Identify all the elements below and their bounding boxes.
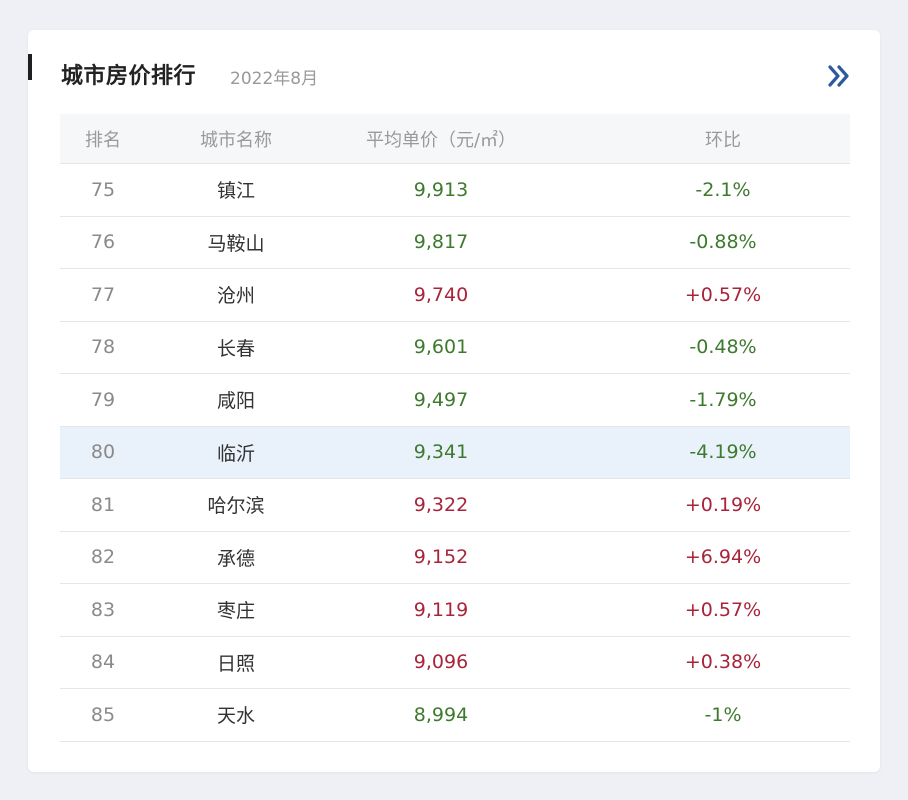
table-row[interactable]: 75 镇江 9,913 -2.1% [60, 164, 850, 217]
table-row[interactable]: 79 咸阳 9,497 -1.79% [60, 374, 850, 427]
rank-cell: 75 [90, 178, 116, 201]
table-row[interactable]: 83 枣庄 9,119 +0.57% [60, 584, 850, 637]
change-cell: -1.79% [689, 388, 757, 411]
change-cell: -0.88% [689, 231, 757, 254]
city-cell: 咸阳 [216, 390, 255, 413]
change-cell: +6.94% [684, 546, 762, 569]
card-subtitle-date: 2022年8月 [230, 69, 319, 89]
price-cell: 9,152 [413, 546, 469, 569]
price-cell: 9,119 [413, 598, 469, 621]
change-cell: +0.57% [684, 598, 762, 621]
price-cell: 9,341 [413, 441, 469, 464]
price-cell: 8,994 [413, 703, 469, 726]
table-row[interactable]: 84 日照 9,096 +0.38% [60, 637, 850, 689]
table-row[interactable]: 80 临沂 9,341 -4.19% [60, 426, 850, 479]
ranking-table: 排名 城市名称 平均单价（元/㎡） 环比 75 镇江 9,913 -2.1% 76 马鞍山… [60, 114, 850, 742]
city-cell: 日照 [216, 652, 255, 675]
city-cell: 马鞍山 [207, 232, 265, 255]
rank-cell: 83 [90, 598, 116, 621]
city-cell: 枣庄 [216, 600, 255, 623]
price-cell: 9,817 [413, 231, 469, 254]
column-header-change: 环比 [705, 129, 741, 151]
column-header-rank: 排名 [85, 129, 121, 151]
city-cell: 沧州 [216, 285, 255, 308]
table-row[interactable]: 81 哈尔滨 9,322 +0.19% [60, 479, 850, 532]
column-header-city: 城市名称 [200, 129, 272, 151]
rank-cell: 85 [90, 703, 116, 726]
city-cell: 承德 [216, 547, 255, 570]
price-cell: 9,322 [413, 493, 469, 516]
rank-cell: 77 [90, 283, 116, 306]
rank-cell: 79 [90, 388, 116, 411]
city-cell: 长春 [216, 337, 255, 360]
rank-cell: 78 [90, 336, 116, 359]
change-cell: -2.1% [695, 178, 751, 201]
city-cell: 临沂 [216, 442, 255, 465]
table-row[interactable]: 76 马鞍山 9,817 -0.88% [60, 217, 850, 269]
city-cell: 镇江 [216, 180, 255, 203]
change-cell: +0.38% [684, 651, 762, 674]
rank-cell: 82 [90, 546, 116, 569]
price-cell: 9,497 [413, 388, 469, 411]
rank-cell: 81 [90, 493, 116, 516]
city-cell: 哈尔滨 [207, 495, 265, 518]
rank-cell: 76 [90, 231, 116, 254]
change-cell: +0.57% [684, 283, 762, 306]
title-accent-bar [28, 54, 32, 80]
price-cell: 9,740 [413, 283, 469, 306]
price-cell: 9,096 [413, 651, 469, 674]
change-cell: -1% [704, 703, 742, 726]
table-row[interactable]: 85 天水 8,994 -1% [60, 689, 850, 742]
table-row[interactable]: 77 沧州 9,740 +0.57% [60, 269, 850, 322]
change-cell: +0.19% [684, 493, 762, 516]
double-chevron-right-icon[interactable] [826, 64, 852, 88]
rank-cell: 84 [90, 651, 116, 674]
price-cell: 9,601 [413, 336, 469, 359]
card-title: 城市房价排行 [61, 64, 197, 89]
city-price-ranking-card: 城市房价排行 2022年8月 排名 城市名称 平均单价（元/㎡） 环比 75 镇江… [28, 30, 880, 772]
table-row[interactable]: 82 承德 9,152 +6.94% [60, 532, 850, 584]
table-row[interactable]: 78 长春 9,601 -0.48% [60, 322, 850, 374]
rank-cell: 80 [90, 441, 116, 464]
column-header-price: 平均单价（元/㎡） [365, 129, 517, 151]
city-cell: 天水 [216, 705, 255, 728]
table-header-row: 排名 城市名称 平均单价（元/㎡） 环比 [60, 114, 850, 164]
change-cell: -4.19% [689, 441, 757, 464]
change-cell: -0.48% [689, 336, 757, 359]
price-cell: 9,913 [413, 178, 469, 201]
